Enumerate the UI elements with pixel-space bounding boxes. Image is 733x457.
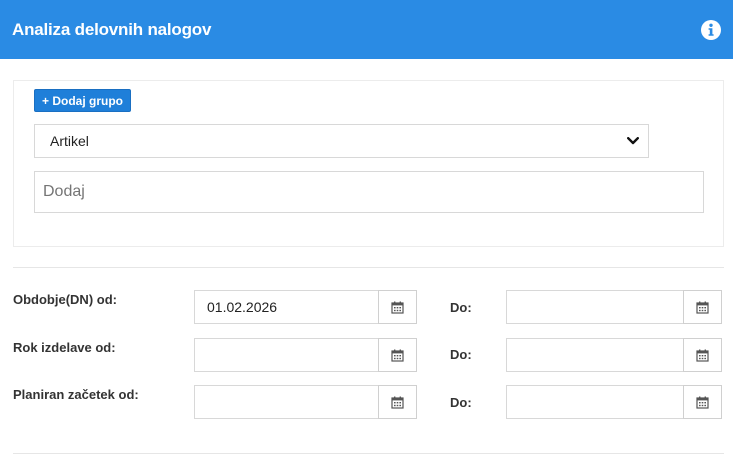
period-from-label: Obdobje(DN) od: — [13, 292, 117, 307]
group-select[interactable]: Artikel — [34, 124, 649, 158]
page-header: Analiza delovnih nalogov — [0, 0, 733, 59]
deadline-from-label: Rok izdelave od: — [13, 340, 116, 355]
calendar-icon[interactable] — [683, 338, 722, 372]
add-group-input[interactable] — [34, 171, 704, 213]
planned-start-to-label: Do: — [450, 395, 472, 410]
calendar-icon[interactable] — [378, 290, 417, 324]
calendar-icon[interactable] — [683, 290, 722, 324]
period-from-input[interactable] — [194, 290, 378, 324]
period-to-input[interactable] — [506, 290, 683, 324]
group-select-value: Artikel — [50, 133, 89, 149]
calendar-icon[interactable] — [378, 338, 417, 372]
deadline-to-label: Do: — [450, 347, 472, 362]
planned-start-to-date — [506, 385, 722, 419]
page-title: Analiza delovnih nalogov — [12, 19, 212, 39]
period-from-date — [194, 290, 417, 324]
chevron-down-icon — [626, 134, 640, 148]
deadline-to-input[interactable] — [506, 338, 683, 372]
planned-start-from-date — [194, 385, 417, 419]
calendar-icon[interactable] — [683, 385, 722, 419]
calendar-icon[interactable] — [378, 385, 417, 419]
planned-start-to-input[interactable] — [506, 385, 683, 419]
info-circle-icon[interactable] — [700, 19, 722, 41]
divider — [13, 267, 724, 268]
group-panel: + Dodaj grupo Artikel — [13, 80, 724, 247]
period-to-date — [506, 290, 722, 324]
deadline-from-input[interactable] — [194, 338, 378, 372]
period-to-label: Do: — [450, 300, 472, 315]
divider — [13, 453, 724, 454]
add-group-button[interactable]: + Dodaj grupo — [34, 89, 131, 112]
deadline-to-date — [506, 338, 722, 372]
planned-start-from-input[interactable] — [194, 385, 378, 419]
deadline-from-date — [194, 338, 417, 372]
planned-start-from-label: Planiran začetek od: — [13, 387, 139, 402]
